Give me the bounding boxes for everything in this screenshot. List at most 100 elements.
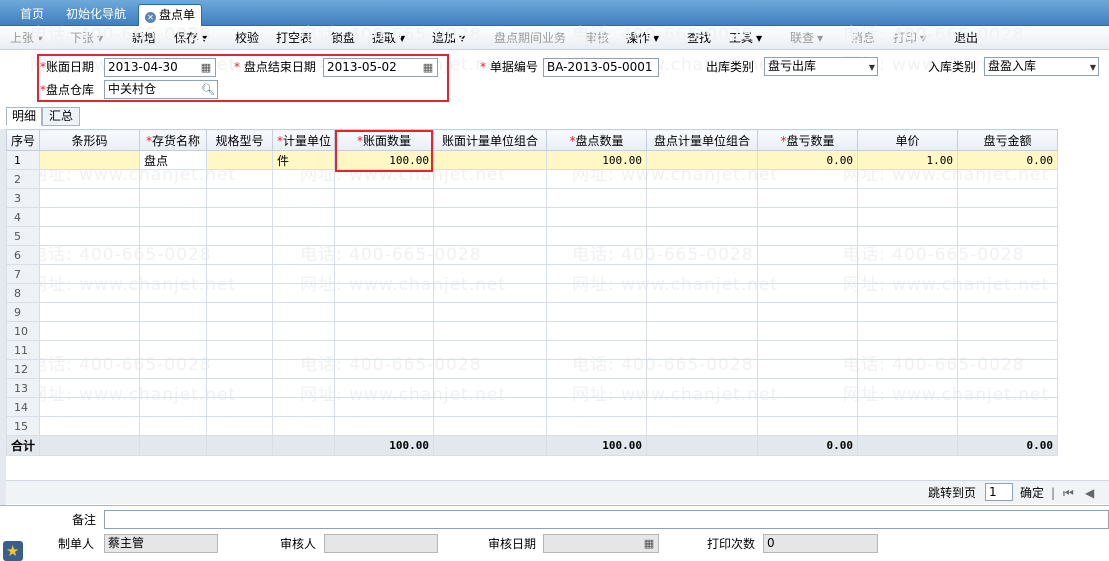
grid-cell[interactable] <box>334 359 434 379</box>
operate-button[interactable]: 操作 ▼ <box>626 30 659 46</box>
grid-cell[interactable] <box>272 321 335 341</box>
grid-cell[interactable] <box>757 207 858 227</box>
table-row[interactable]: 13 <box>6 378 1058 398</box>
grid-cell[interactable] <box>857 321 958 341</box>
grid-cell[interactable] <box>857 188 958 208</box>
table-row[interactable]: 7 <box>6 264 1058 284</box>
grid-cell[interactable] <box>334 321 434 341</box>
grid-cell[interactable] <box>206 245 273 265</box>
grid-cell[interactable] <box>39 226 140 246</box>
grid-cell[interactable] <box>206 378 273 398</box>
grid-cell[interactable] <box>857 264 958 284</box>
grid-cell[interactable] <box>139 302 207 322</box>
grid-cell[interactable] <box>433 226 547 246</box>
grid-cell[interactable] <box>272 207 335 227</box>
grid-cell[interactable] <box>646 397 758 417</box>
grid-cell[interactable] <box>546 340 647 360</box>
remark-field[interactable] <box>104 510 1109 529</box>
col-header-loss-qty[interactable]: *盘亏数量 <box>757 129 858 151</box>
grid-cell[interactable] <box>139 359 207 379</box>
grid-cell[interactable] <box>206 416 273 436</box>
grid-cell[interactable] <box>646 264 758 284</box>
grid-cell[interactable] <box>433 207 547 227</box>
doc-no-field[interactable]: BA-2013-05-0001 <box>543 58 659 77</box>
grid-cell[interactable] <box>433 340 547 360</box>
table-row[interactable]: 3 <box>6 188 1058 208</box>
cell-count-combo[interactable] <box>646 150 758 170</box>
grid-cell[interactable] <box>957 302 1058 322</box>
grid-cell[interactable] <box>957 397 1058 417</box>
grid-cell[interactable] <box>546 359 647 379</box>
grid-cell[interactable] <box>272 340 335 360</box>
grid-cell[interactable] <box>757 169 858 189</box>
grid-cell[interactable] <box>546 207 647 227</box>
grid-cell[interactable] <box>272 397 335 417</box>
grid-cell[interactable] <box>957 340 1058 360</box>
grid-cell[interactable] <box>433 397 547 417</box>
table-row[interactable]: 6 <box>6 245 1058 265</box>
grid-cell[interactable] <box>957 264 1058 284</box>
col-header-barcode[interactable]: 条形码 <box>39 129 140 151</box>
grid-cell[interactable] <box>39 283 140 303</box>
in-type-select[interactable]: 盘盈入库 ▼ <box>984 57 1099 76</box>
check-button[interactable]: 校验 <box>235 30 259 46</box>
grid-cell[interactable] <box>546 397 647 417</box>
grid-cell[interactable] <box>272 416 335 436</box>
grid-cell[interactable] <box>646 283 758 303</box>
grid-cell[interactable] <box>39 321 140 341</box>
grid-cell[interactable] <box>757 359 858 379</box>
col-header-seq[interactable]: 序号 <box>6 129 40 151</box>
grid-cell[interactable] <box>39 264 140 284</box>
grid-cell[interactable] <box>206 207 273 227</box>
grid-cell[interactable] <box>39 416 140 436</box>
grid-cell[interactable] <box>857 226 958 246</box>
grid-cell[interactable] <box>433 378 547 398</box>
prev-button[interactable]: 上张 ▼ <box>10 30 43 46</box>
table-row[interactable]: 10 <box>6 321 1058 341</box>
cell-barcode[interactable] <box>39 150 140 170</box>
table-row[interactable]: 2 <box>6 169 1058 189</box>
grid-cell[interactable] <box>139 264 207 284</box>
message-button[interactable]: 消息 <box>851 30 875 46</box>
grid-cell[interactable] <box>757 340 858 360</box>
grid-cell[interactable] <box>646 169 758 189</box>
grid-cell[interactable] <box>39 359 140 379</box>
grid-cell[interactable] <box>39 340 140 360</box>
table-row[interactable]: 12 <box>6 359 1058 379</box>
grid-cell[interactable] <box>334 207 434 227</box>
grid-cell[interactable] <box>957 359 1058 379</box>
grid-cell[interactable] <box>139 226 207 246</box>
grid-cell[interactable] <box>646 378 758 398</box>
cell-book-qty[interactable]: 100.00 <box>334 150 434 170</box>
append-button[interactable]: 追加 ▼ <box>432 30 465 46</box>
grid-cell[interactable] <box>272 226 335 246</box>
period-business-button[interactable]: 盘点期间业务 <box>494 30 566 46</box>
grid-cell[interactable] <box>139 321 207 341</box>
grid-cell[interactable] <box>757 397 858 417</box>
grid-cell[interactable] <box>206 169 273 189</box>
grid-cell[interactable] <box>546 321 647 341</box>
cell-spec[interactable] <box>206 150 273 170</box>
col-header-count-qty[interactable]: *盘点数量 <box>546 129 647 151</box>
table-row[interactable]: 14 <box>6 397 1058 417</box>
page-input[interactable]: 1 <box>985 483 1013 501</box>
next-button[interactable]: 下张 ▼ <box>70 30 103 46</box>
grid-cell[interactable] <box>646 245 758 265</box>
grid-cell[interactable] <box>957 188 1058 208</box>
grid-cell[interactable] <box>546 302 647 322</box>
grid-cell[interactable] <box>272 264 335 284</box>
grid-cell[interactable] <box>39 378 140 398</box>
table-row[interactable]: 1 盘点 件 100.00 100.00 0.00 1.00 0.00 <box>6 150 1058 170</box>
cell-loss-amt[interactable]: 0.00 <box>957 150 1058 170</box>
tab-inventory-count[interactable]: ✕ 盘点单 <box>138 4 202 26</box>
grid-cell[interactable] <box>139 416 207 436</box>
grid-cell[interactable] <box>139 397 207 417</box>
grid-cell[interactable] <box>757 378 858 398</box>
tab-detail[interactable]: 明细 <box>6 107 42 126</box>
grid-cell[interactable] <box>206 397 273 417</box>
audit-button[interactable]: 审核 <box>585 30 609 46</box>
grid-cell[interactable] <box>546 283 647 303</box>
col-header-book-qty[interactable]: *账面数量 <box>334 129 434 151</box>
table-row[interactable]: 5 <box>6 226 1058 246</box>
grid-cell[interactable] <box>857 207 958 227</box>
